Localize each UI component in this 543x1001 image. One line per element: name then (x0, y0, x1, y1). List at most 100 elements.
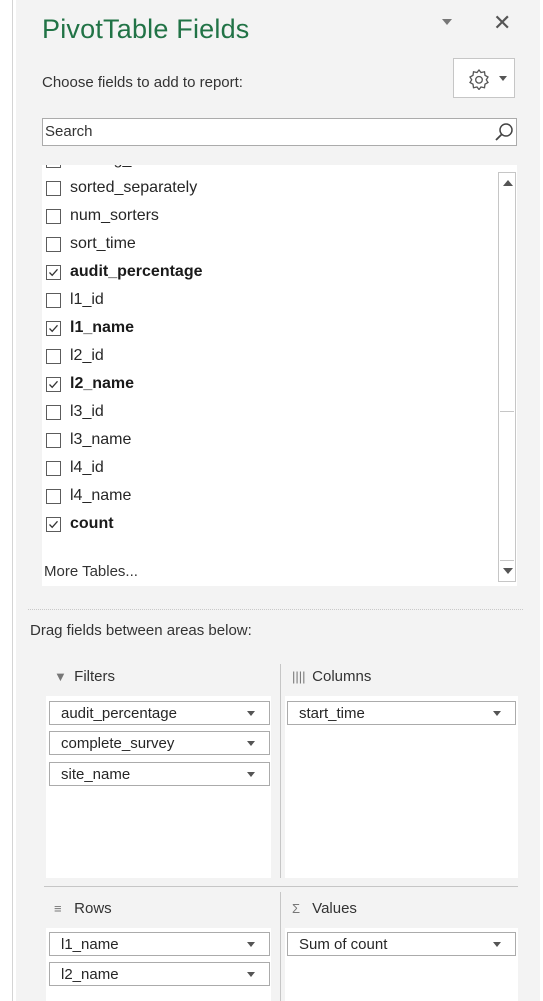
sigma-icon: Σ (292, 901, 301, 916)
column-chip-start-time[interactable]: start_time (287, 701, 516, 725)
filter-chip-site-name[interactable]: site_name (49, 762, 270, 786)
columns-icon: |||| (292, 669, 306, 684)
task-pane-options-icon[interactable] (442, 19, 452, 25)
filters-area-header: ▼ Filters (54, 668, 115, 685)
scroll-down-icon[interactable] (503, 568, 513, 574)
chip-label: complete_survey (61, 735, 175, 752)
row-chip-l1-name[interactable]: l1_name (49, 932, 270, 956)
sheet-gutter (0, 0, 10, 1001)
filter-icon: ▼ (54, 669, 67, 684)
field-item[interactable]: num_sorters (42, 203, 482, 231)
filter-chip-complete-survey[interactable]: complete_survey (49, 731, 270, 755)
chip-label: start_time (299, 705, 365, 722)
field-item[interactable]: l3_name (42, 427, 482, 455)
check-icon (49, 520, 58, 529)
value-chip-sum-of-count[interactable]: Sum of count (287, 932, 516, 956)
field-label: l4_name (70, 487, 132, 504)
field-label: sort_time (70, 235, 136, 252)
chevron-down-icon[interactable] (247, 711, 255, 716)
field-checkbox[interactable] (46, 237, 61, 252)
field-checkbox[interactable] (46, 165, 61, 168)
pane-resize-handle[interactable] (12, 0, 13, 1001)
pane-title: PivotTable Fields (42, 14, 250, 44)
field-checkbox[interactable] (46, 181, 61, 196)
field-label: num_sorters (70, 207, 159, 224)
field-label: l3_name (70, 431, 132, 448)
chevron-down-icon (499, 76, 507, 81)
check-icon (49, 268, 58, 277)
field-label: l2_name (70, 375, 135, 392)
rows-area-header: ≡ Rows (54, 900, 112, 917)
values-area-header: Σ Values (292, 900, 357, 917)
chevron-down-icon[interactable] (247, 741, 255, 746)
drag-fields-label: Drag fields between areas below: (30, 622, 252, 639)
rows-label: Rows (74, 900, 112, 917)
field-item[interactable]: l1_id (42, 287, 482, 315)
more-tables-link[interactable]: More Tables... (44, 563, 138, 580)
check-icon (49, 380, 58, 389)
field-label: audit_percentage (70, 263, 203, 280)
chevron-down-icon[interactable] (493, 711, 501, 716)
field-checkbox[interactable] (46, 209, 61, 224)
field-checkbox[interactable] (46, 377, 61, 392)
field-checkbox[interactable] (46, 265, 61, 280)
field-label: sorted_separately (70, 179, 198, 196)
field-item[interactable]: sort_time (42, 231, 482, 259)
rows-icon: ≡ (54, 901, 62, 916)
field-checkbox[interactable] (46, 517, 61, 532)
field-label: training_level (70, 165, 164, 169)
field-checkbox[interactable] (46, 293, 61, 308)
chevron-down-icon[interactable] (493, 942, 501, 947)
field-item[interactable]: l1_name (42, 315, 482, 343)
chevron-down-icon[interactable] (247, 942, 255, 947)
check-icon (49, 324, 58, 333)
gear-icon (469, 68, 489, 90)
field-item[interactable]: sorted_separately (42, 175, 482, 203)
field-label: l4_id (70, 459, 104, 476)
filter-chip-audit-percentage[interactable]: audit_percentage (49, 701, 270, 725)
field-list: training_level sorted_separately num_sorte… (42, 165, 517, 586)
area-divider-vertical (280, 664, 281, 878)
field-label: l2_id (70, 347, 104, 364)
search-icon[interactable] (494, 122, 514, 142)
scroll-up-icon[interactable] (503, 180, 513, 186)
field-item[interactable]: audit_percentage (42, 259, 482, 287)
field-checkbox[interactable] (46, 405, 61, 420)
scroll-thumb[interactable] (500, 411, 514, 561)
field-label: l1_name (70, 319, 135, 336)
field-item[interactable]: l2_id (42, 343, 482, 371)
chip-label: Sum of count (299, 936, 388, 953)
filters-label: Filters (74, 668, 116, 685)
field-item[interactable]: l3_id (42, 399, 482, 427)
chip-label: audit_percentage (61, 705, 177, 722)
field-label: l3_id (70, 403, 104, 420)
chip-label: l2_name (61, 966, 119, 983)
field-checkbox[interactable] (46, 349, 61, 364)
columns-label: Columns (312, 668, 372, 685)
search-input[interactable]: Search (45, 123, 93, 140)
search-field[interactable]: Search (42, 118, 517, 146)
field-label: l1_id (70, 291, 104, 308)
field-item[interactable]: l4_id (42, 455, 482, 483)
area-divider-vertical (280, 892, 281, 1001)
area-divider-horizontal (44, 886, 518, 887)
chevron-down-icon[interactable] (247, 972, 255, 977)
field-label: count (70, 515, 114, 532)
field-list-scrollbar[interactable] (498, 172, 516, 582)
field-item[interactable]: l2_name (42, 371, 482, 399)
columns-area-header: |||| Columns (292, 668, 371, 685)
row-chip-l2-name[interactable]: l2_name (49, 962, 270, 986)
field-item[interactable]: count (42, 511, 482, 539)
chevron-down-icon[interactable] (247, 772, 255, 777)
chip-label: l1_name (61, 936, 119, 953)
tools-button[interactable] (453, 58, 515, 98)
field-checkbox[interactable] (46, 489, 61, 504)
field-checkbox[interactable] (46, 461, 61, 476)
close-icon[interactable]: ✕ (493, 10, 511, 36)
field-item[interactable]: training_level (42, 165, 482, 175)
chip-label: site_name (61, 766, 131, 783)
field-checkbox[interactable] (46, 433, 61, 448)
field-item[interactable]: l4_name (42, 483, 482, 511)
field-checkbox[interactable] (46, 321, 61, 336)
values-label: Values (312, 900, 357, 917)
